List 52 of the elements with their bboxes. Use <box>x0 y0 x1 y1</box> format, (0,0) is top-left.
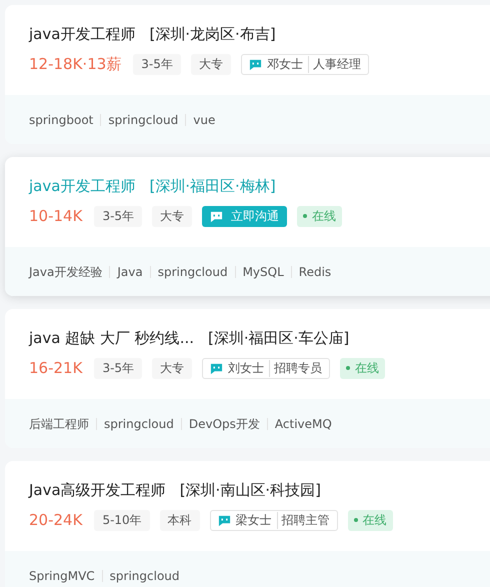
skill-tag: DevOps开发 <box>180 418 267 430</box>
chat-icon <box>218 514 231 526</box>
job-title[interactable]: java开发工程师 <box>29 23 136 45</box>
job-location: [深圳·南山区·科技园] <box>180 480 321 501</box>
job-title[interactable]: Java高级开发工程师 <box>29 479 166 501</box>
skill-tag: springcloud <box>96 418 181 430</box>
skill-tag: 后端工程师 <box>29 418 96 430</box>
requirement-tag: 大专 <box>152 358 192 378</box>
requirement-tag: 5-10年 <box>94 510 150 530</box>
salary: 10-14K <box>29 207 82 225</box>
recruiter-name: 邓女士 <box>266 56 303 72</box>
requirement-tag: 大专 <box>152 206 192 226</box>
skill-tag: Redis <box>290 266 338 278</box>
online-badge: 在线 <box>340 358 386 378</box>
recruiter-name: 梁女士 <box>236 512 272 528</box>
recruiter-role: 招聘专员 <box>269 360 322 376</box>
status-dot-icon <box>346 366 350 370</box>
chat-icon <box>210 362 224 374</box>
skill-tag: vue <box>185 114 222 126</box>
job-location: [深圳·福田区·车公庙] <box>208 328 350 349</box>
online-badge: 在线 <box>348 510 393 530</box>
job-location: [深圳·龙岗区·布吉] <box>149 24 276 45</box>
skill-tag: SpringMVC <box>29 570 102 582</box>
skill-tag: springboot <box>29 114 100 126</box>
recruiter-role: 人事经理 <box>308 56 361 72</box>
requirement-tag: 3-5年 <box>133 54 181 74</box>
skill-tag: springcloud <box>102 570 187 582</box>
skill-tag: Java开发经验 <box>29 266 110 278</box>
requirement-tag: 本科 <box>160 510 200 530</box>
salary: 12-18K·13薪 <box>29 54 122 74</box>
salary: 20-24K <box>29 511 82 529</box>
status-dot-icon <box>354 518 358 522</box>
job-card[interactable]: Java高级开发工程师 [深圳·南山区·科技园] 20-24K 5-10年 本科 梁女士 招聘主管 在线 SpringMVC springcloud <box>5 461 490 587</box>
job-title[interactable]: java 超缺 大厂 秒约线... <box>29 327 194 349</box>
online-badge: 在线 <box>297 206 342 226</box>
job-card[interactable]: java开发工程师 [深圳·龙岗区·布吉] 12-18K·13薪 3-5年 大专 邓女士 人事经理 springboot springcloud vue <box>5 5 490 144</box>
skill-tag: Java <box>109 266 150 278</box>
requirement-tag: 3-5年 <box>94 358 142 378</box>
status-dot-icon <box>303 214 308 218</box>
requirement-tag: 大专 <box>190 54 231 74</box>
recruiter-role: 招聘主管 <box>276 512 330 528</box>
chat-icon <box>210 210 224 222</box>
skill-tag: MySQL <box>234 266 291 278</box>
skill-tag: springcloud <box>150 266 235 278</box>
job-card[interactable]: java 超缺 大厂 秒约线... [深圳·福田区·车公庙] 16-21K 3-5年 大专 刘女士 招聘专员 在线 后端工程师 springcloud DevOps开发 ActiveMQ <box>5 309 490 448</box>
requirement-tag: 3-5年 <box>94 206 142 226</box>
salary: 16-21K <box>29 359 82 377</box>
chat-icon <box>248 58 262 70</box>
skill-tag: ActiveMQ <box>266 418 339 430</box>
job-location: [深圳·福田区·梅林] <box>149 176 276 197</box>
skill-tag: springcloud <box>100 114 186 126</box>
recruiter-name: 刘女士 <box>228 360 264 376</box>
